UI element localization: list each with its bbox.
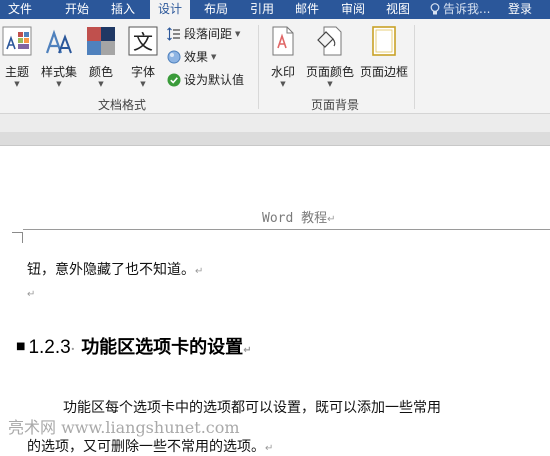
check-circle-icon — [167, 73, 181, 87]
group-separator — [258, 25, 259, 109]
tab-file[interactable]: 文件 — [0, 0, 40, 19]
chevron-down-icon: ▼ — [211, 53, 217, 61]
watermark-label: 水印 — [270, 65, 295, 79]
chevron-down-icon: ▼ — [280, 80, 286, 88]
paragraph-spacing-label: 段落间距 — [184, 27, 233, 41]
effects-label: 效果 — [184, 50, 209, 64]
header-divider-line — [23, 229, 550, 230]
watermark-button[interactable]: 水印 ▼ — [266, 24, 300, 90]
style-set-icon — [44, 28, 74, 56]
page-border-icon — [372, 26, 396, 56]
color-palette-icon — [86, 26, 116, 56]
effects-button[interactable]: 效果 ▼ — [167, 48, 216, 66]
horizontal-ruler[interactable] — [0, 132, 550, 146]
document-formatting-group-label: 文档格式 — [98, 98, 147, 112]
tab-mailings[interactable]: 邮件 — [287, 0, 327, 19]
group-separator — [414, 25, 415, 109]
ribbon-document-gap — [0, 114, 550, 132]
margin-corner-mark — [12, 232, 23, 243]
empty-paragraph[interactable]: ↵ — [27, 285, 35, 301]
paragraph-spacing-icon — [167, 27, 180, 41]
body-line-text: 钮，意外隐藏了也不知道。 — [27, 262, 195, 278]
paragraph-mark-icon: ↵ — [265, 443, 274, 454]
style-set-button[interactable]: 样式集 ▼ — [38, 24, 80, 90]
page-header[interactable]: Word 教程↵ — [262, 207, 336, 226]
paragraph-line-2-text: 的选项，又可删除一些不常用的选项。 — [27, 439, 265, 455]
body-line[interactable]: 钮，意外隐藏了也不知道。↵ — [27, 259, 203, 279]
themes-icon — [2, 26, 32, 56]
chevron-down-icon: ▼ — [140, 80, 146, 88]
tab-view[interactable]: 视图 — [378, 0, 418, 19]
style-set-label: 样式集 — [40, 65, 77, 79]
tell-me-label: 告诉我... — [443, 2, 491, 16]
effects-icon — [167, 50, 181, 64]
set-as-default-label: 设为默认值 — [184, 73, 245, 87]
colors-label: 颜色 — [88, 65, 113, 79]
tell-me-box[interactable]: 告诉我... — [430, 0, 490, 19]
paint-bucket-icon — [315, 26, 345, 56]
themes-button[interactable]: 主题 ▼ — [0, 24, 34, 90]
fonts-label: 字体 — [130, 65, 155, 79]
heading-bullet-icon: ■ — [16, 341, 26, 352]
tab-home[interactable]: 开始 — [57, 0, 97, 19]
paragraph-mark-icon: ↵ — [327, 214, 336, 225]
chevron-down-icon: ▼ — [98, 80, 104, 88]
chevron-down-icon: ▼ — [14, 80, 20, 88]
page-background-group-label: 页面背景 — [311, 98, 360, 112]
ribbon-tab-bar: 文件 开始 插入 设计 布局 引用 邮件 审阅 视图 告诉我... 登录 — [0, 0, 550, 19]
lightbulb-icon — [430, 3, 440, 15]
chevron-down-icon: ▼ — [56, 80, 62, 88]
tab-design[interactable]: 设计 — [150, 0, 190, 19]
tab-layout[interactable]: 布局 — [196, 0, 236, 19]
tab-review[interactable]: 审阅 — [333, 0, 373, 19]
tab-insert[interactable]: 插入 — [103, 0, 143, 19]
chevron-down-icon: ▼ — [327, 80, 333, 88]
font-icon: 文 — [128, 26, 158, 56]
login-button[interactable]: 登录 — [508, 0, 532, 19]
heading-number: 1.2.3 — [28, 337, 71, 358]
tab-references[interactable]: 引用 — [242, 0, 282, 19]
paragraph-line-2[interactable]: 的选项，又可删除一些不常用的选项。↵ — [27, 436, 273, 456]
themes-label: 主题 — [4, 65, 29, 79]
paragraph-mark-icon: ↵ — [243, 345, 252, 356]
paragraph-mark-icon: ↵ — [27, 289, 36, 300]
set-as-default-button[interactable]: 设为默认值 — [167, 71, 244, 89]
page-header-text: Word 教程 — [262, 211, 328, 226]
fonts-button[interactable]: 文 字体 ▼ — [125, 24, 161, 90]
page-borders-button[interactable]: 页面边框 — [358, 24, 410, 90]
watermark-icon — [270, 26, 296, 56]
page-color-button[interactable]: 页面颜色 ▼ — [304, 24, 356, 90]
svg-text:文: 文 — [133, 30, 153, 54]
page-color-label: 页面颜色 — [305, 65, 354, 79]
paragraph-spacing-button[interactable]: 段落间距 ▼ — [167, 25, 240, 43]
ribbon-panel: 主题 ▼ 样式集 ▼ 颜色 ▼ 文 字体 ▼ 段落间距 ▼ 效果 ▼ 设为默认值… — [0, 19, 550, 114]
colors-button[interactable]: 颜色 ▼ — [84, 24, 118, 90]
heading-text: 功能区选项卡的设置 — [81, 337, 244, 358]
paragraph-mark-icon: ↵ — [195, 266, 204, 277]
site-watermark: 亮术网 www.liangshunet.com — [8, 418, 240, 437]
page-borders-label: 页面边框 — [359, 65, 408, 79]
section-heading[interactable]: ■ 1.2.3· 功能区选项卡的设置↵ — [16, 333, 252, 359]
chevron-down-icon: ▼ — [235, 30, 241, 38]
